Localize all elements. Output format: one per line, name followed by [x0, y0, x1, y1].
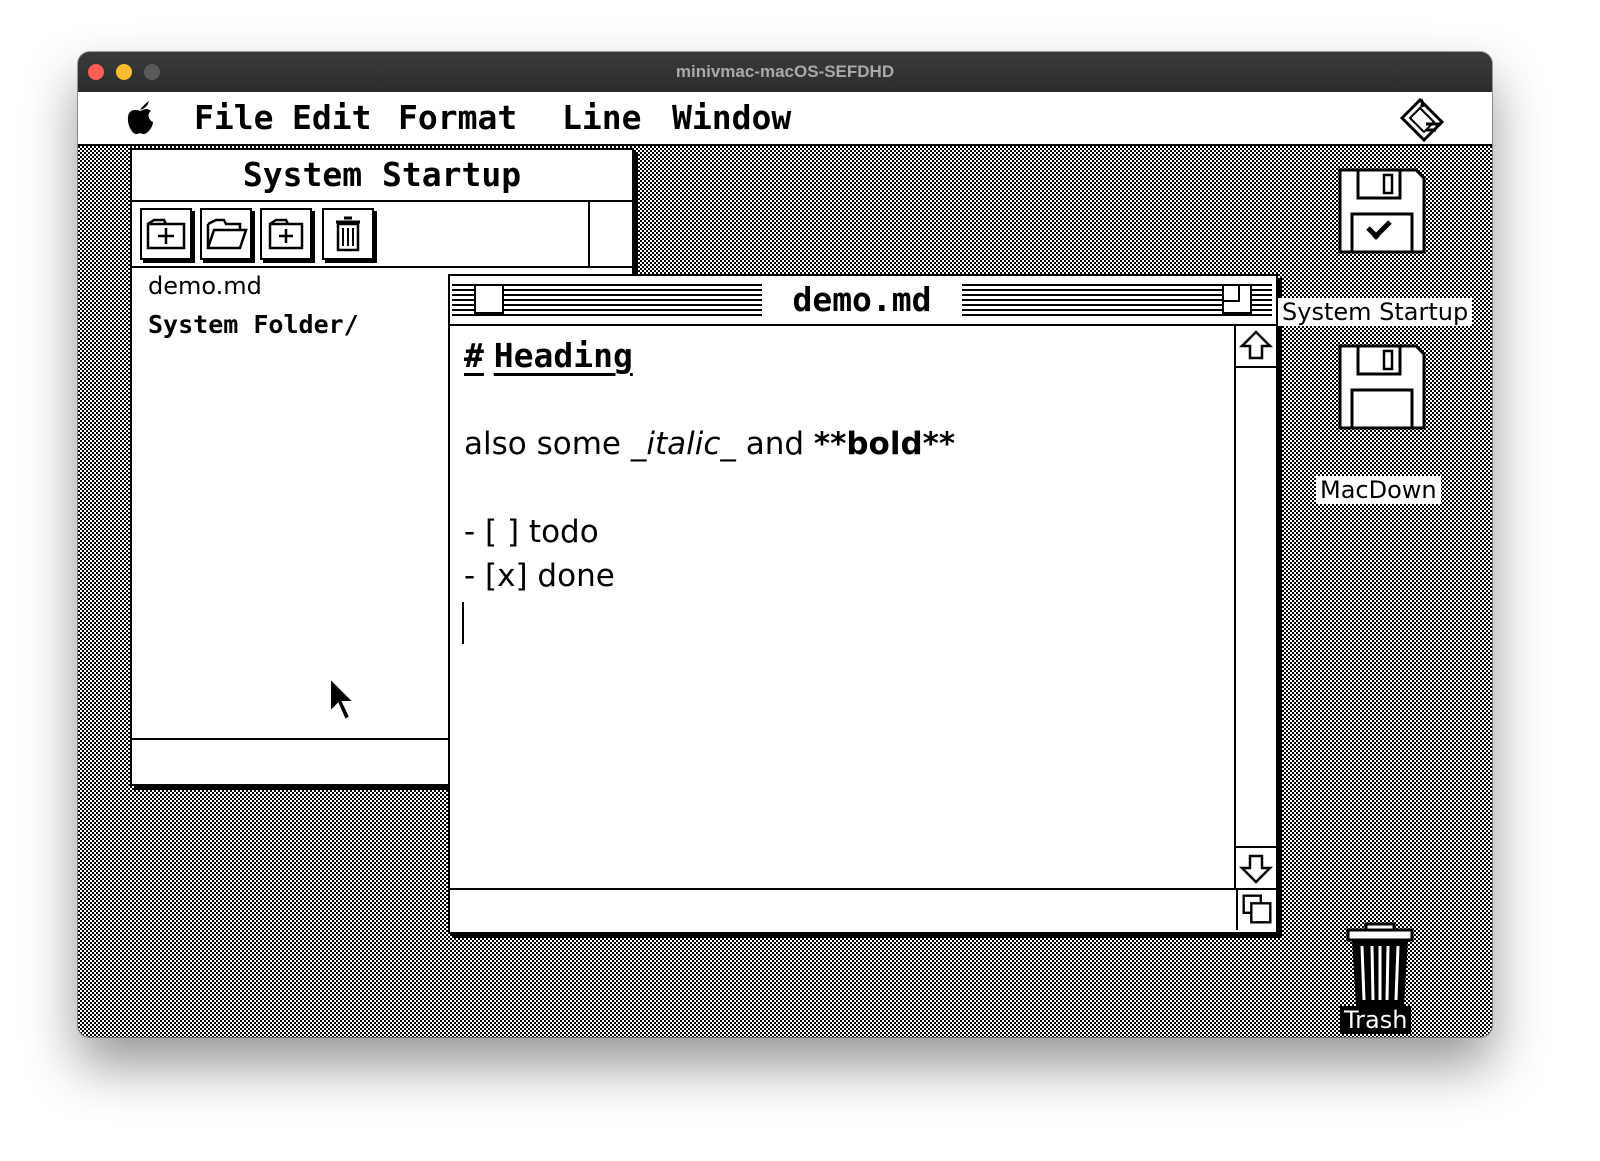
delete-button[interactable]: [322, 208, 374, 260]
paragraph-mid: and: [735, 426, 814, 462]
paragraph-italic: _italic_: [630, 426, 736, 462]
desktop-label-macdown[interactable]: MacDown: [1316, 476, 1441, 504]
finder-window-title[interactable]: System Startup: [132, 150, 632, 202]
new-folder-button[interactable]: [140, 208, 192, 260]
floppy-disk-icon[interactable]: [1336, 342, 1426, 432]
heading-line: # Heading: [464, 336, 633, 375]
document-title: demo.md: [762, 276, 962, 324]
menu-file[interactable]: File: [194, 98, 273, 138]
add-item-icon: [268, 218, 304, 250]
document-titlebar[interactable]: demo.md: [450, 276, 1276, 326]
add-item-button[interactable]: [260, 208, 312, 260]
arrow-up-icon: [1238, 330, 1274, 360]
vertical-scrollbar[interactable]: [1234, 326, 1236, 888]
menu-format[interactable]: Format: [398, 98, 517, 138]
finder-toolbar: [132, 202, 632, 268]
zoom-box[interactable]: [1222, 284, 1252, 314]
menu-bar: File Edit Format Line Window: [78, 92, 1492, 146]
horizontal-scrollbar[interactable]: [450, 888, 1276, 890]
open-folder-icon: [206, 218, 248, 250]
text-caret: [462, 602, 464, 644]
document-window: demo.md # Heading also some _italic_ and…: [448, 274, 1278, 934]
menu-line[interactable]: Line: [562, 98, 641, 138]
apple-icon[interactable]: [124, 98, 156, 138]
heading-text: Heading: [493, 336, 633, 375]
arrow-down-icon: [1238, 854, 1274, 884]
mouse-pointer-icon: [329, 676, 357, 722]
heading-marker: #: [464, 336, 484, 375]
host-titlebar: minivmac-macOS-SEFDHD: [78, 52, 1492, 92]
floppy-disk-icon[interactable]: [1336, 166, 1426, 256]
done-line: - [x] done: [464, 558, 615, 594]
mac-desktop: File Edit Format Line Window System Star…: [78, 92, 1492, 1037]
toolbar-divider: [588, 202, 590, 266]
paragraph-line: also some _italic_ and **bold**: [464, 426, 955, 462]
trash-can-icon: [336, 216, 360, 252]
paragraph-prefix: also some: [464, 426, 631, 462]
paragraph-bold: **bold**: [813, 426, 956, 462]
file-item-demo-md[interactable]: demo.md: [148, 272, 262, 300]
scroll-up-button[interactable]: [1236, 326, 1276, 368]
resize-icon: [1242, 894, 1272, 924]
desktop-label-trash[interactable]: Trash: [1340, 1006, 1412, 1034]
file-item-system-folder[interactable]: System Folder/: [148, 310, 359, 339]
grow-box[interactable]: [1236, 890, 1276, 930]
menu-edit[interactable]: Edit: [292, 98, 371, 138]
application-icon[interactable]: [1396, 94, 1448, 142]
host-window-title: minivmac-macOS-SEFDHD: [675, 62, 895, 81]
scroll-down-button[interactable]: [1236, 846, 1276, 888]
close-box[interactable]: [474, 284, 504, 314]
open-folder-button[interactable]: [200, 208, 252, 260]
trash-icon[interactable]: [1340, 922, 1420, 1008]
text-editor[interactable]: # Heading also some _italic_ and **bold*…: [450, 326, 1234, 888]
emulator-window: minivmac-macOS-SEFDHD File Edit Format L…: [78, 52, 1492, 1037]
todo-line: - [ ] todo: [464, 514, 599, 550]
desktop-label-system-startup[interactable]: System Startup: [1278, 298, 1473, 326]
menu-window[interactable]: Window: [672, 98, 791, 138]
new-folder-icon: [146, 218, 186, 250]
